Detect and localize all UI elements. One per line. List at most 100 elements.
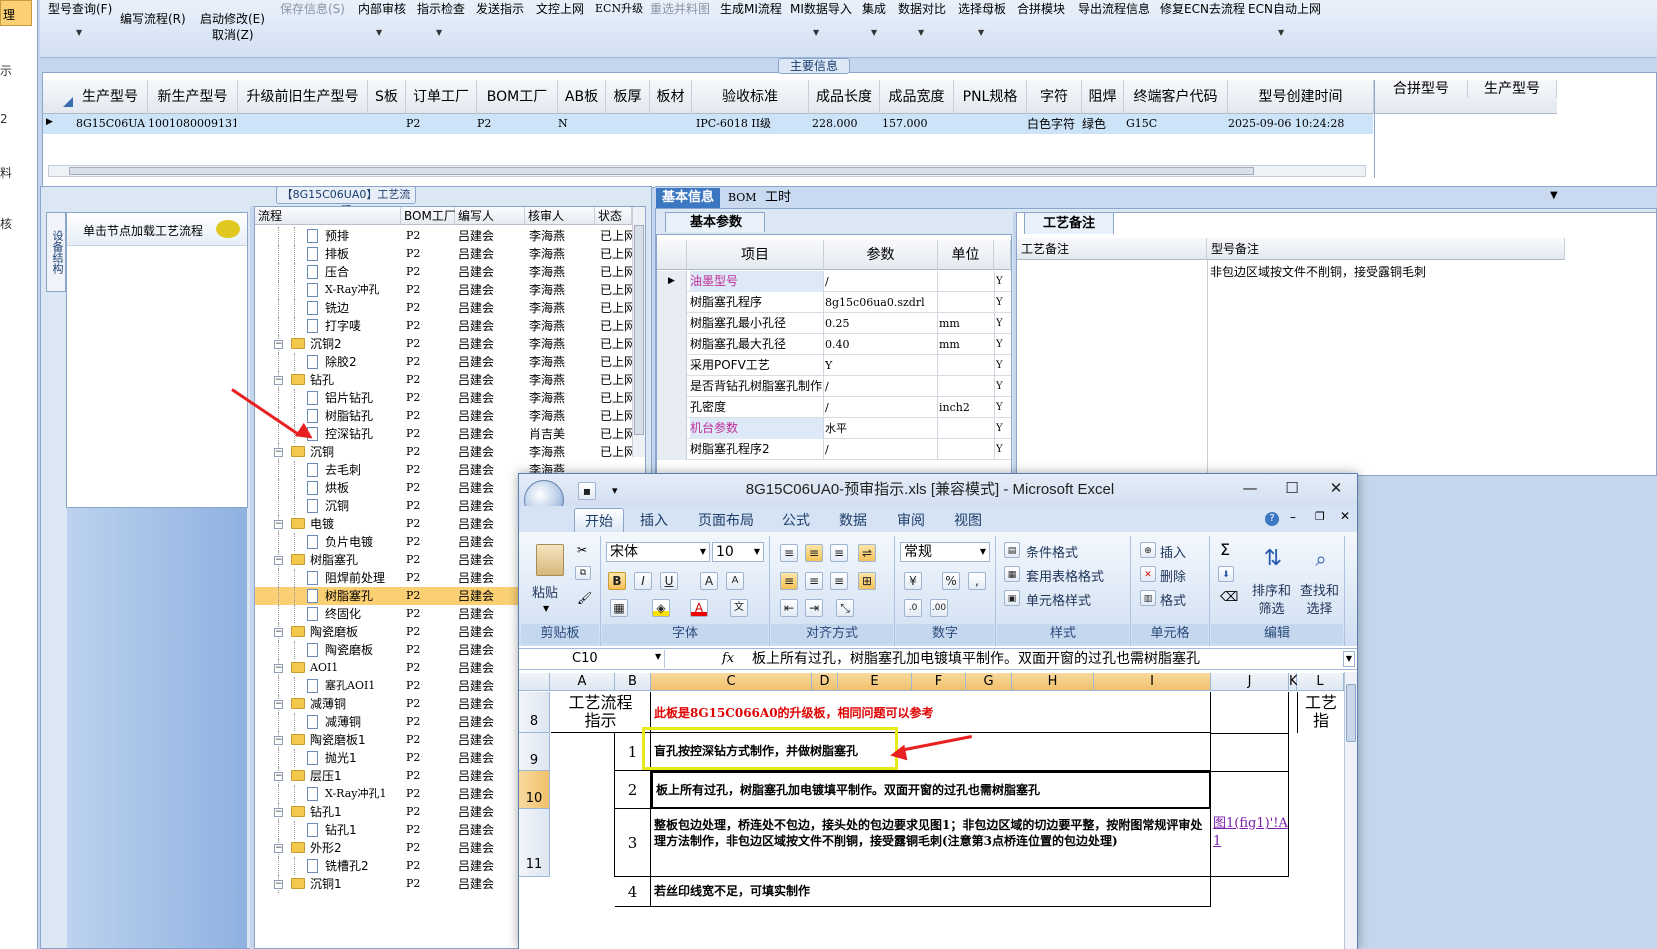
main-col-header[interactable]: 新生产型号 bbox=[148, 80, 238, 114]
active-cell[interactable]: 板上所有过孔，树脂塞孔加电镀填平制作。双面开窗的过孔也需树脂塞孔 bbox=[651, 771, 1211, 809]
column-header[interactable]: L bbox=[1297, 673, 1344, 691]
ribbon-tab-insert[interactable]: 插入 bbox=[630, 508, 678, 532]
main-cell[interactable]: 8G15C06UA0 bbox=[76, 114, 146, 134]
main-cell[interactable]: 10010800091310 bbox=[148, 114, 236, 134]
ribbon-minimize-icon[interactable]: – bbox=[1290, 510, 1296, 524]
collapse-icon[interactable]: − bbox=[274, 448, 283, 457]
scroll-thumb[interactable] bbox=[1346, 684, 1356, 742]
merge-col-header[interactable]: 生产型号 bbox=[1468, 80, 1557, 98]
ribbon-tab-view[interactable]: 视图 bbox=[944, 508, 992, 532]
comma-icon[interactable]: , bbox=[968, 572, 986, 590]
collapse-icon[interactable]: − bbox=[274, 844, 283, 853]
chat-bubble-icon[interactable] bbox=[216, 220, 240, 238]
remark-col-process[interactable]: 工艺备注 bbox=[1017, 238, 1207, 260]
item-number[interactable]: 2 bbox=[615, 771, 651, 809]
horizontal-scrollbar[interactable] bbox=[48, 165, 1366, 177]
chevron-down-icon[interactable]: ▼ bbox=[543, 604, 549, 613]
collapse-icon[interactable]: − bbox=[274, 664, 283, 673]
column-header[interactable]: E bbox=[838, 673, 912, 691]
hyperlink-cell[interactable]: 图1(fig1)'!A1 bbox=[1211, 809, 1289, 877]
main-col-header[interactable]: 字符 bbox=[1027, 80, 1082, 114]
main-col-header[interactable]: S板 bbox=[368, 80, 406, 114]
column-header[interactable]: D bbox=[812, 673, 838, 691]
col-header-bom[interactable]: BOM工厂 bbox=[401, 207, 456, 225]
align-bottom-icon[interactable]: ≡ bbox=[830, 544, 848, 562]
item-number[interactable]: 4 bbox=[615, 877, 651, 907]
phonetic-icon[interactable]: 文 bbox=[730, 599, 748, 617]
collapse-icon[interactable]: − bbox=[274, 700, 283, 709]
column-header[interactable]: I bbox=[1094, 673, 1211, 691]
fill-color-icon[interactable]: ◈ bbox=[652, 599, 670, 617]
column-header[interactable]: H bbox=[1012, 673, 1094, 691]
sheet-vscrollbar[interactable] bbox=[1344, 672, 1357, 949]
row-selector[interactable] bbox=[657, 334, 687, 355]
ribbon-tab-home[interactable]: 开始 bbox=[574, 508, 624, 532]
main-col-header[interactable]: 板厚 bbox=[606, 80, 650, 114]
collapse-icon[interactable]: − bbox=[274, 556, 283, 565]
param-value[interactable]: 8g15c06ua0.szdrl bbox=[825, 292, 935, 313]
expand-formula-icon[interactable]: ▼ bbox=[1343, 651, 1355, 667]
collapse-icon[interactable]: − bbox=[274, 376, 283, 385]
increase-indent-icon[interactable]: ⇥ bbox=[805, 599, 823, 617]
chevron-down-icon[interactable]: ▼ bbox=[918, 28, 924, 37]
row-selector[interactable] bbox=[657, 439, 687, 460]
toolbar-gen-mi[interactable]: 生成MI流程 bbox=[720, 0, 782, 17]
tree-row[interactable]: 铣边 P2 吕建会 李海燕 已上网 bbox=[255, 299, 632, 317]
column-header[interactable]: F bbox=[912, 673, 966, 691]
cell-style-button[interactable]: 单元格样式 bbox=[1026, 590, 1091, 609]
main-col-header[interactable]: 生产型号 bbox=[73, 80, 148, 114]
paste-icon[interactable] bbox=[536, 544, 564, 576]
format-painter-icon[interactable]: 🖌 bbox=[577, 591, 592, 605]
toolbar-write-flow[interactable]: 编写流程(R) bbox=[120, 10, 186, 27]
decrease-decimal-icon[interactable]: .00 bbox=[930, 599, 948, 617]
ribbon-tab-review[interactable]: 审阅 bbox=[887, 508, 935, 532]
tab-basic-info[interactable]: 基本信息 bbox=[656, 188, 721, 208]
scroll-thumb[interactable] bbox=[634, 225, 644, 435]
paste-button[interactable]: 粘贴 bbox=[532, 582, 558, 601]
find-icon[interactable]: ⌕ bbox=[1306, 544, 1336, 574]
border-icon[interactable]: ▦ bbox=[610, 599, 628, 617]
minimize-icon[interactable]: — bbox=[1230, 474, 1270, 502]
left-nav-label[interactable]: 核 bbox=[0, 215, 12, 232]
sheet-header-label[interactable]: 工艺流程 指示 bbox=[551, 692, 651, 733]
main-cell[interactable] bbox=[238, 114, 366, 134]
row-header[interactable]: 10 bbox=[519, 771, 550, 809]
toolbar-save-info[interactable]: 保存信息(S) bbox=[280, 0, 345, 17]
toolbar-repair-ecn[interactable]: 修复ECN去流程 bbox=[1160, 0, 1245, 17]
tree-row[interactable]: 树脂钻孔 P2 吕建会 李海燕 已上网 bbox=[255, 407, 632, 425]
chevron-down-icon[interactable]: ▼ bbox=[655, 652, 661, 661]
main-cell[interactable]: 228.000 bbox=[812, 114, 880, 134]
collapse-icon[interactable]: − bbox=[274, 340, 283, 349]
toolbar-export-flow[interactable]: 导出流程信息 bbox=[1078, 0, 1150, 17]
ribbon-close-icon[interactable]: ✕ bbox=[1340, 509, 1350, 523]
item-text[interactable]: 若丝印线宽不足，可填实制作 bbox=[651, 877, 1211, 907]
collapse-icon[interactable]: − bbox=[274, 520, 283, 529]
decrease-indent-icon[interactable]: ⇤ bbox=[780, 599, 798, 617]
param-value[interactable]: / bbox=[825, 271, 935, 292]
align-left-icon[interactable]: ≡ bbox=[780, 572, 798, 590]
toolbar-mi-import[interactable]: MI数据导入 bbox=[790, 0, 852, 17]
model-remark-text[interactable]: 非包边区域按文件不削铜，接受露铜毛刺 bbox=[1210, 263, 1426, 280]
tab-process-remark[interactable]: 工艺备注 bbox=[1024, 212, 1114, 234]
toolbar-send[interactable]: 发送指示 bbox=[476, 0, 524, 17]
number-format-select[interactable]: 常规 ▼ bbox=[900, 542, 990, 562]
chevron-down-icon[interactable]: ▼ bbox=[436, 28, 442, 37]
param-value[interactable]: / bbox=[825, 376, 935, 397]
fx-icon[interactable]: fx bbox=[722, 650, 742, 668]
row-selector[interactable] bbox=[657, 418, 687, 439]
main-cell[interactable]: 157.000 bbox=[882, 114, 952, 134]
col-header-editor[interactable]: 编写人 bbox=[455, 207, 525, 225]
chevron-down-icon[interactable]: ▼ bbox=[978, 28, 984, 37]
collapse-icon[interactable]: − bbox=[274, 808, 283, 817]
ribbon-tab-layout[interactable]: 页面布局 bbox=[688, 508, 764, 532]
sort-filter-icon[interactable]: ⇅ bbox=[1258, 544, 1288, 574]
insert-cells-button[interactable]: 插入 bbox=[1160, 542, 1186, 561]
param-row[interactable]: ▶ 油墨型号 / Y bbox=[657, 271, 1011, 292]
align-right-icon[interactable]: ≡ bbox=[830, 572, 848, 590]
param-row[interactable]: 树脂塞孔程序 8g15c06ua0.szdrl Y bbox=[657, 292, 1011, 313]
tab-hours[interactable]: 工时 bbox=[759, 188, 797, 208]
main-col-header[interactable]: 板材 bbox=[650, 80, 692, 114]
merge-col-header[interactable]: 合拼型号 bbox=[1375, 80, 1468, 98]
toolbar-reselect[interactable]: 重选并料图 bbox=[650, 0, 710, 17]
percent-icon[interactable]: % bbox=[942, 572, 960, 590]
